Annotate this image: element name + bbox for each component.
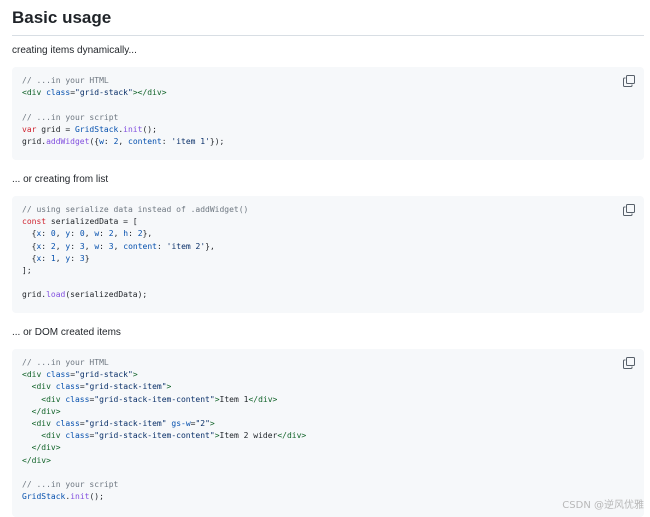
code-block-dom[interactable]: // ...in your HTML <div class="grid-stac… bbox=[12, 349, 644, 517]
copy-button[interactable] bbox=[623, 204, 635, 216]
code-content[interactable]: // using serialize data instead of .addW… bbox=[22, 204, 634, 302]
page-heading: Basic usage bbox=[12, 6, 644, 36]
copy-button[interactable] bbox=[623, 357, 635, 369]
code-block-list[interactable]: // using serialize data instead of .addW… bbox=[12, 196, 644, 313]
intro-text: creating items dynamically... bbox=[12, 45, 137, 56]
copy-icon bbox=[623, 357, 635, 369]
code-content[interactable]: // ...in your HTML <div class="grid-stac… bbox=[22, 75, 634, 148]
watermark: CSDN @逆风优雅 bbox=[562, 500, 644, 511]
code-block-dynamic[interactable]: // ...in your HTML <div class="grid-stac… bbox=[12, 67, 644, 160]
list-text: ... or creating from list bbox=[12, 174, 109, 185]
copy-icon bbox=[623, 75, 635, 87]
copy-icon bbox=[623, 204, 635, 216]
copy-button[interactable] bbox=[623, 75, 635, 87]
dom-text: ... or DOM created items bbox=[12, 327, 121, 338]
code-content[interactable]: // ...in your HTML <div class="grid-stac… bbox=[22, 357, 634, 503]
